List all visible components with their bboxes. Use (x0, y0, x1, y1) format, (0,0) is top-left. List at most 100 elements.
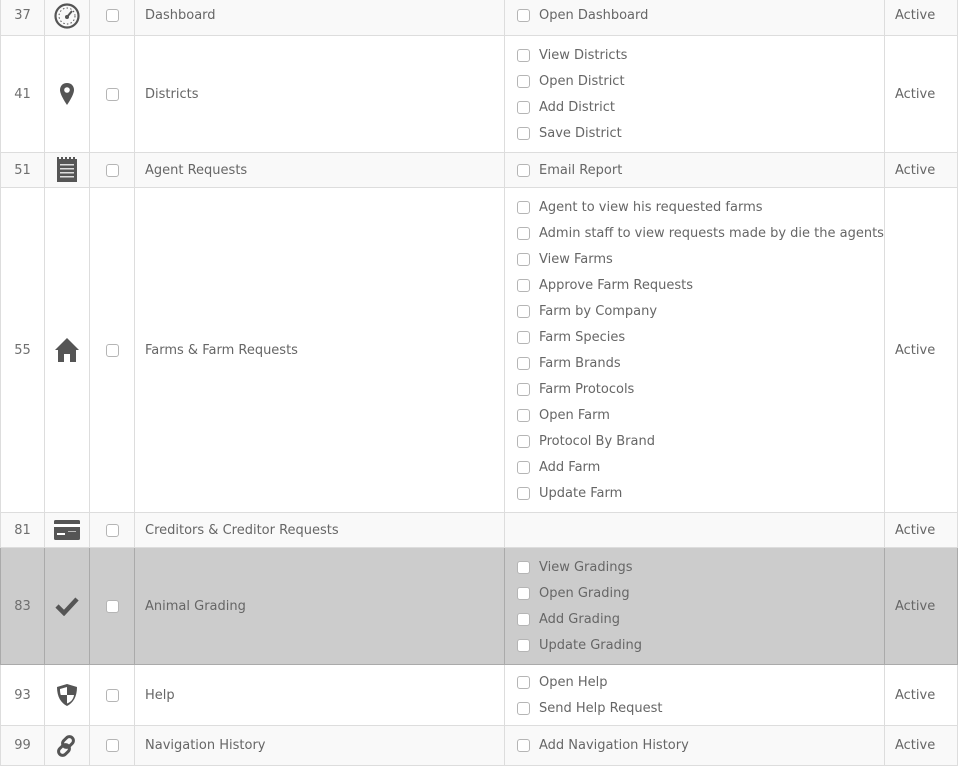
permission-item[interactable]: Open Grading (517, 580, 884, 606)
notepad-icon (57, 157, 77, 182)
row-id: 37 (0, 0, 45, 36)
status-text: Active (884, 664, 958, 726)
permission-checkbox[interactable] (517, 278, 530, 292)
permission-item[interactable]: Agent to view his requested farms (517, 194, 884, 220)
permission-checkbox[interactable] (517, 612, 530, 626)
row-checkbox[interactable] (105, 9, 119, 22)
module-name: Help (134, 664, 505, 726)
permission-item[interactable]: Admin staff to view requests made by die… (517, 220, 884, 246)
table-row[interactable]: 99 Navigation History Add Navigation His… (0, 725, 958, 766)
table-row[interactable]: 55 Farms & Farm Requests Agent to view h… (0, 187, 958, 513)
permission-checkbox[interactable] (517, 330, 530, 344)
permission-checkbox[interactable] (517, 560, 530, 574)
row-checkbox[interactable] (105, 87, 119, 101)
permission-checkbox[interactable] (517, 9, 530, 22)
permission-checkbox[interactable] (517, 74, 530, 88)
permission-checkbox[interactable] (517, 252, 530, 266)
permission-item[interactable]: Save District (517, 120, 884, 146)
status-text: Active (884, 152, 958, 188)
table-row[interactable]: 41 Districts View Districts Open Distric… (0, 35, 958, 153)
permission-item[interactable]: View Gradings (517, 554, 884, 580)
row-checkbox[interactable] (105, 163, 119, 177)
row-id: 93 (0, 664, 45, 726)
row-id: 55 (0, 187, 45, 513)
status-text: Active (884, 512, 958, 548)
row-id: 41 (0, 35, 45, 153)
permission-item[interactable]: Farm Species (517, 324, 884, 350)
row-id: 81 (0, 512, 45, 548)
module-name: Navigation History (134, 725, 505, 766)
module-name: Districts (134, 35, 505, 153)
module-name: Animal Grading (134, 547, 505, 665)
status-text: Active (884, 187, 958, 513)
permissions-list (504, 512, 885, 548)
permission-item[interactable]: Open District (517, 68, 884, 94)
permission-checkbox[interactable] (517, 586, 530, 600)
home-icon (55, 338, 79, 362)
permission-item[interactable]: Add Grading (517, 606, 884, 632)
permissions-list: Open Dashboard (504, 0, 885, 36)
permissions-list: Open Help Send Help Request (504, 664, 885, 726)
dashboard-gauge-icon (54, 2, 80, 29)
permission-checkbox[interactable] (517, 434, 530, 448)
table-row[interactable]: 93 Help Open Help Send Help Request Acti… (0, 664, 958, 726)
permission-checkbox[interactable] (517, 408, 530, 422)
permission-checkbox[interactable] (517, 356, 530, 370)
shield-icon (57, 684, 77, 706)
permission-item[interactable]: Update Farm (517, 480, 884, 506)
row-checkbox[interactable] (105, 739, 119, 752)
permission-checkbox[interactable] (517, 48, 530, 62)
permission-checkbox[interactable] (517, 126, 530, 140)
permission-item[interactable]: Farm Brands (517, 350, 884, 376)
status-text: Active (884, 725, 958, 766)
permission-checkbox[interactable] (517, 382, 530, 396)
module-name: Dashboard (134, 0, 505, 36)
table-row-selected[interactable]: 83 Animal Grading View Gradings Open Gra… (0, 547, 958, 665)
permission-item[interactable]: Add District (517, 94, 884, 120)
row-checkbox[interactable] (105, 599, 119, 613)
permissions-list: Agent to view his requested farms Admin … (504, 187, 885, 513)
table-row[interactable]: 51 Agent Requests Email Report Active (0, 152, 958, 188)
status-text: Active (884, 35, 958, 153)
row-checkbox[interactable] (105, 523, 119, 537)
permissions-list: View Districts Open District Add Distric… (504, 35, 885, 153)
permission-item[interactable]: Farm by Company (517, 298, 884, 324)
permission-checkbox[interactable] (517, 163, 530, 177)
permission-item[interactable]: Send Help Request (517, 695, 884, 721)
permission-item[interactable]: Update Grading (517, 632, 884, 658)
permissions-list: View Gradings Open Grading Add Grading U… (504, 547, 885, 665)
permission-item[interactable]: Open Dashboard (517, 3, 884, 29)
row-id: 83 (0, 547, 45, 665)
status-text: Active (884, 547, 958, 665)
permission-checkbox[interactable] (517, 739, 530, 752)
permission-checkbox[interactable] (517, 304, 530, 318)
module-name: Creditors & Creditor Requests (134, 512, 505, 548)
permission-item[interactable]: Open Help (517, 669, 884, 695)
permission-item[interactable]: Open Farm (517, 402, 884, 428)
status-text: Active (884, 0, 958, 36)
permission-item[interactable]: Add Farm (517, 454, 884, 480)
permission-item[interactable]: Protocol By Brand (517, 428, 884, 454)
permission-item[interactable]: Farm Protocols (517, 376, 884, 402)
permission-checkbox[interactable] (517, 701, 530, 715)
permission-item[interactable]: View Districts (517, 42, 884, 68)
permission-checkbox[interactable] (517, 486, 530, 500)
permission-checkbox[interactable] (517, 100, 530, 114)
permission-checkbox[interactable] (517, 226, 530, 240)
checkmark-icon (55, 597, 79, 616)
row-id: 51 (0, 152, 45, 188)
permission-checkbox[interactable] (517, 200, 530, 214)
permission-item[interactable]: View Farms (517, 246, 884, 272)
table-row[interactable]: 37 Dashboard Open Dashboard Active (0, 0, 958, 36)
row-checkbox[interactable] (105, 688, 119, 702)
row-checkbox[interactable] (105, 343, 119, 357)
permission-checkbox[interactable] (517, 638, 530, 652)
table-row[interactable]: 81 Creditors & Creditor Requests Active (0, 512, 958, 548)
permission-checkbox[interactable] (517, 460, 530, 474)
permission-item[interactable]: Approve Farm Requests (517, 272, 884, 298)
permission-item[interactable]: Email Report (517, 157, 884, 183)
module-name: Agent Requests (134, 152, 505, 188)
credit-card-icon (54, 520, 80, 540)
permission-checkbox[interactable] (517, 675, 530, 689)
permission-item[interactable]: Add Navigation History (517, 733, 884, 759)
